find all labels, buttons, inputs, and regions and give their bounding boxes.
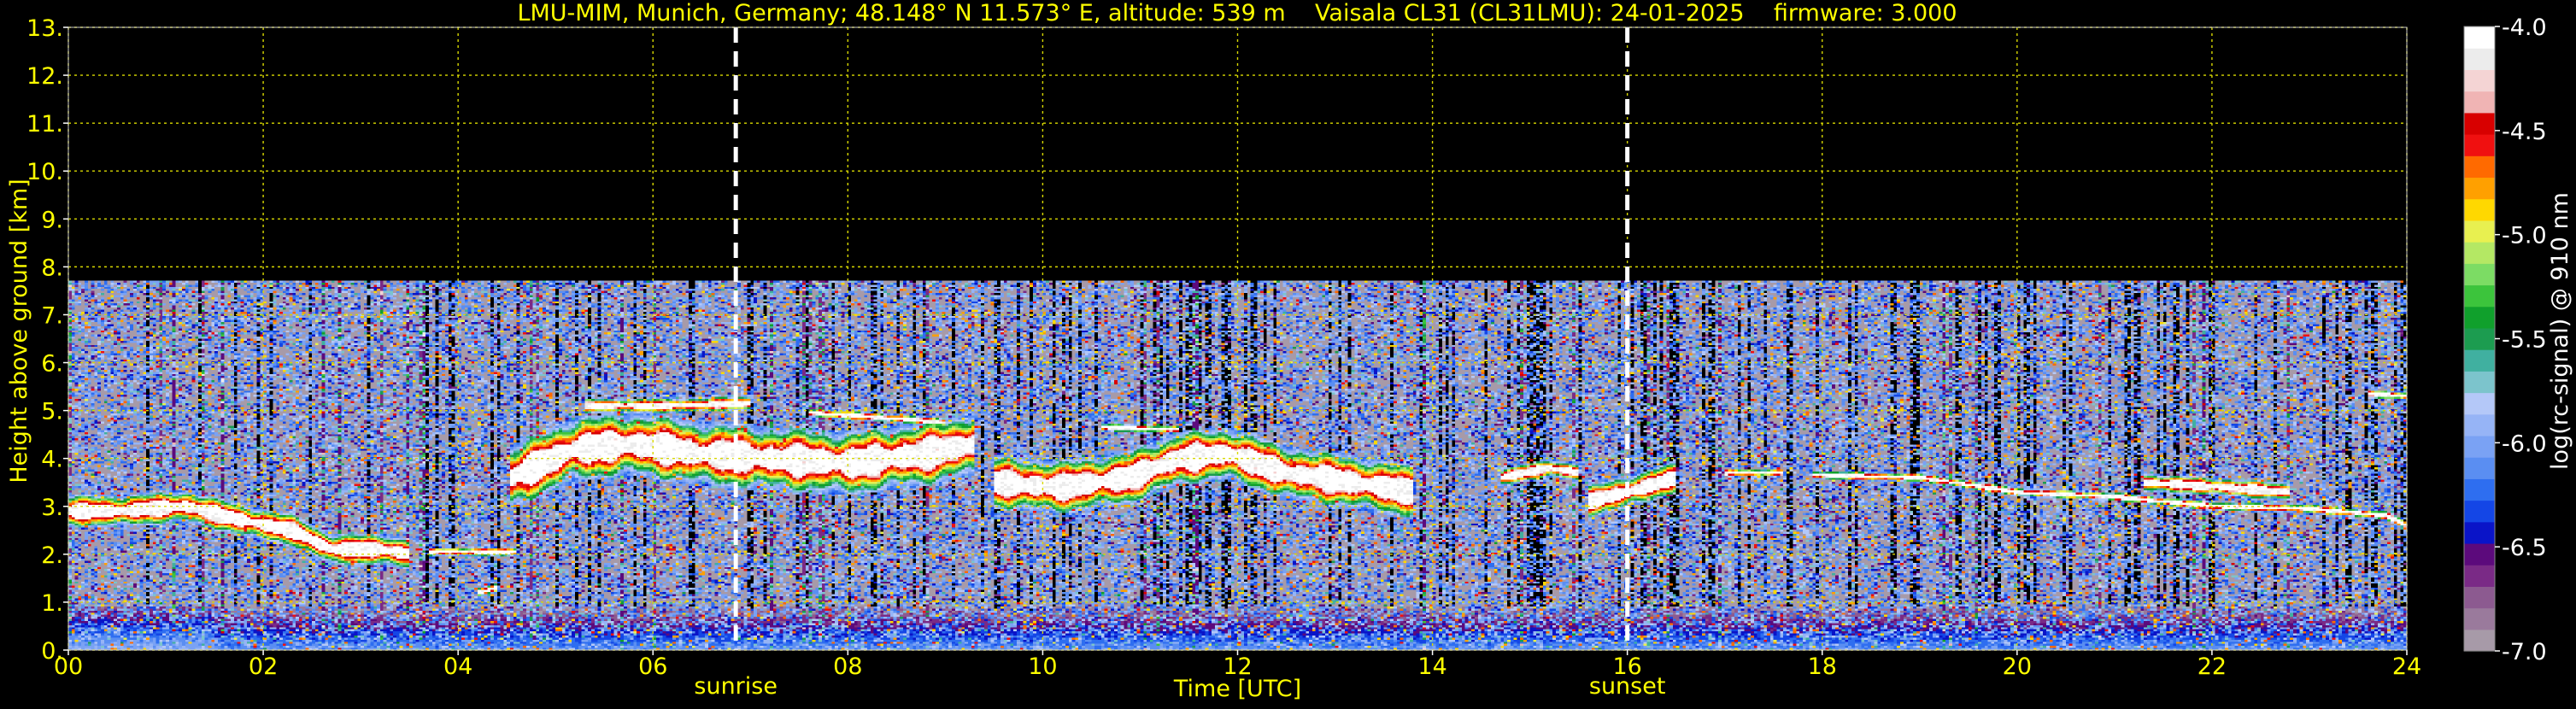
y-tick-label: 0. bbox=[41, 638, 63, 665]
colorbar-segment bbox=[2464, 435, 2495, 458]
colorbar-segment bbox=[2464, 457, 2495, 479]
colorbar-segment bbox=[2464, 349, 2495, 372]
colorbar-segment bbox=[2464, 371, 2495, 394]
colorbar-segment bbox=[2464, 607, 2495, 630]
y-tick-label: 1. bbox=[41, 590, 63, 617]
colorbar-label: log(rc-signal) @ 910 nm bbox=[2547, 192, 2573, 470]
colorbar-tick-label: -5.5 bbox=[2502, 327, 2547, 354]
marker-label-sunset: sunset bbox=[1589, 673, 1666, 700]
colorbar-segment bbox=[2464, 586, 2495, 609]
y-tick-label: 3. bbox=[41, 495, 63, 521]
colorbar-tick-label: -6.5 bbox=[2502, 535, 2547, 561]
y-tick-label: 12. bbox=[26, 63, 63, 90]
colorbar-segment bbox=[2464, 263, 2495, 286]
colorbar-tick-label: -4.5 bbox=[2502, 119, 2547, 145]
chart-svg: LMU-MIM, Munich, Germany; 48.148° N 11.5… bbox=[0, 0, 2576, 706]
colorbar-segment bbox=[2464, 26, 2495, 49]
x-tick-label: 22 bbox=[2198, 653, 2227, 680]
y-tick-label: 11. bbox=[26, 111, 63, 138]
y-tick-label: 9. bbox=[41, 207, 63, 233]
ceilometer-chart: LMU-MIM, Munich, Germany; 48.148° N 11.5… bbox=[0, 0, 2576, 706]
colorbar-segment bbox=[2464, 565, 2495, 587]
colorbar-segment bbox=[2464, 91, 2495, 114]
colorbar-segment bbox=[2464, 48, 2495, 71]
colorbar-segment bbox=[2464, 542, 2495, 565]
colorbar-segment bbox=[2464, 220, 2495, 243]
x-tick-label: 18 bbox=[1808, 653, 1837, 680]
y-tick-label: 2. bbox=[41, 542, 63, 569]
y-tick-label: 5. bbox=[41, 399, 63, 425]
colorbar-segment bbox=[2464, 177, 2495, 200]
y-tick-label: 8. bbox=[41, 255, 63, 281]
y-tick-label: 13. bbox=[26, 15, 63, 42]
colorbar-segment bbox=[2464, 155, 2495, 179]
colorbar-tick-label: -6.0 bbox=[2502, 431, 2547, 457]
marker-label-sunrise: sunrise bbox=[694, 673, 777, 700]
x-tick-label: 04 bbox=[443, 653, 472, 680]
y-tick-label: 7. bbox=[41, 302, 63, 329]
x-tick-label: 06 bbox=[638, 653, 667, 680]
colorbar-segment bbox=[2464, 478, 2495, 501]
colorbar-segment bbox=[2464, 629, 2495, 652]
colorbar-segment bbox=[2464, 327, 2495, 350]
x-axis-label: Time [UTC] bbox=[1173, 676, 1301, 702]
x-tick-label: 24 bbox=[2392, 653, 2421, 680]
colorbar-segment bbox=[2464, 112, 2495, 135]
colorbar-segment bbox=[2464, 284, 2495, 308]
x-tick-label: 02 bbox=[249, 653, 278, 680]
colorbar-tick-label: -5.0 bbox=[2502, 223, 2547, 249]
colorbar-segment bbox=[2464, 413, 2495, 437]
x-tick-label: 08 bbox=[833, 653, 862, 680]
colorbar-segment bbox=[2464, 198, 2495, 221]
colorbar-segment bbox=[2464, 134, 2495, 156]
colorbar-tick-label: -7.0 bbox=[2502, 639, 2547, 665]
y-tick-label: 6. bbox=[41, 351, 63, 378]
y-axis-label: Height above ground [km] bbox=[6, 179, 32, 483]
colorbar-segment bbox=[2464, 306, 2495, 329]
x-tick-label: 10 bbox=[1028, 653, 1057, 680]
colorbar-segment bbox=[2464, 500, 2495, 523]
colorbar-segment bbox=[2464, 242, 2495, 264]
colorbar-tick-label: -4.0 bbox=[2502, 15, 2547, 41]
x-tick-label: 20 bbox=[2003, 653, 2032, 680]
x-tick-label: 14 bbox=[1417, 653, 1446, 680]
y-tick-label: 4. bbox=[41, 447, 63, 473]
chart-title: LMU-MIM, Munich, Germany; 48.148° N 11.5… bbox=[517, 0, 1957, 26]
colorbar-segment bbox=[2464, 69, 2495, 92]
colorbar-segment bbox=[2464, 392, 2495, 415]
colorbar-segment bbox=[2464, 521, 2495, 544]
